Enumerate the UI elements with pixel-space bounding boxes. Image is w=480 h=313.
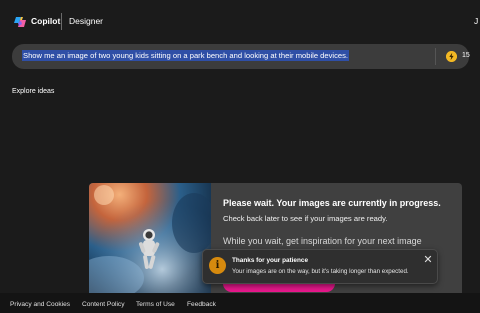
- brand-divider: [61, 13, 62, 30]
- lightning-bolt-icon[interactable]: [446, 51, 457, 62]
- astronaut-in-space-image: [89, 183, 211, 298]
- copilot-logo-icon[interactable]: [13, 15, 27, 29]
- feedback-link[interactable]: Feedback: [187, 301, 216, 308]
- copilot-brand[interactable]: Copilot: [31, 16, 60, 26]
- privacy-link[interactable]: Privacy and Cookies: [10, 301, 70, 308]
- patience-toast: i Thanks for your patience Your images a…: [202, 249, 438, 284]
- prompt-selected-text[interactable]: Show me an image of two young kids sitti…: [22, 50, 350, 61]
- progress-subtitle: Check back later to see if your images a…: [223, 214, 388, 223]
- user-avatar[interactable]: J: [474, 16, 478, 26]
- prompt-text[interactable]: Show me an image of two young kids sitti…: [22, 50, 350, 61]
- close-icon[interactable]: ✕: [423, 255, 433, 266]
- footer: Privacy and Cookies Content Policy Terms…: [0, 293, 480, 313]
- toast-message: Your images are on the way, but it's tak…: [232, 268, 409, 275]
- explore-ideas-link[interactable]: Explore ideas: [12, 88, 54, 95]
- prompt-input[interactable]: Show me an image of two young kids sitti…: [12, 44, 470, 69]
- designer-page: Copilot Designer J Show me an image of t…: [0, 0, 480, 313]
- inspiration-heading: While you wait, get inspiration for your…: [223, 236, 422, 246]
- top-bar: Copilot Designer J: [0, 0, 480, 44]
- progress-title: Please wait. Your images are currently i…: [223, 198, 441, 208]
- designer-product-name[interactable]: Designer: [69, 16, 103, 26]
- prompt-divider: [435, 48, 436, 65]
- terms-link[interactable]: Terms of Use: [136, 301, 175, 308]
- content-policy-link[interactable]: Content Policy: [82, 301, 125, 308]
- info-icon: i: [209, 257, 226, 274]
- boosts-count: 15: [462, 52, 470, 59]
- toast-title: Thanks for your patience: [232, 257, 308, 264]
